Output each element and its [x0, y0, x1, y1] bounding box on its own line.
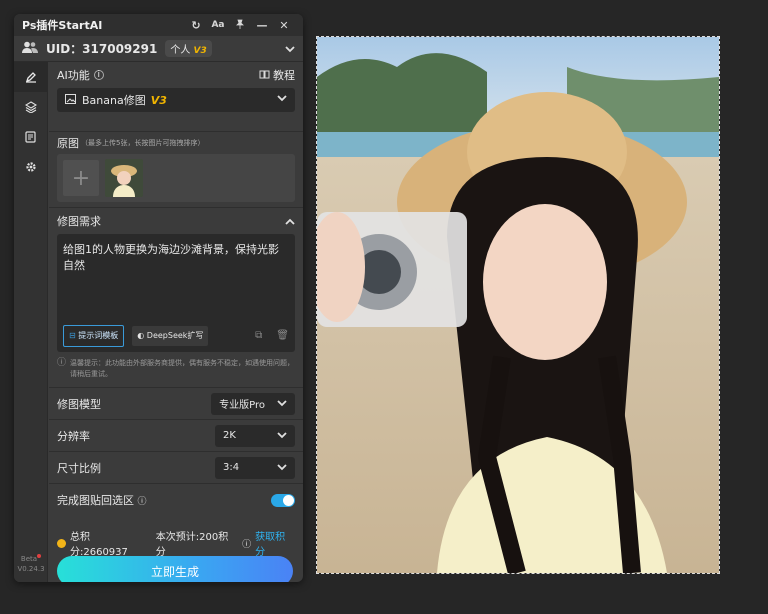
source-hint: （最多上传5张，长按图片可拖拽排序） [81, 139, 205, 147]
book-icon [259, 69, 270, 82]
generate-button[interactable]: 立即生成 [57, 556, 293, 582]
total-points: 总积分:2660937 [69, 532, 128, 558]
save-prompt-icon[interactable]: ⧉ [255, 328, 262, 344]
trash-icon[interactable]: 🗑 [276, 328, 289, 344]
textarea-toolbar: ⊟ 提示词模板 ◐ DeepSeek扩写 ⧉ 🗑 [63, 325, 289, 347]
deepseek-button-label: DeepSeek扩写 [146, 331, 204, 340]
plan-label: 个人 [170, 45, 191, 56]
points-bar: 总积分:2660937 本次预计:200积分 ⓘ 获取积分 [49, 528, 303, 558]
plugin-panel: Ps插件StartAI ↻ Aa — ✕ UID：317009291 个人 V3 [14, 14, 303, 582]
update-dot [37, 554, 42, 558]
resolution-value: 2K [223, 430, 236, 441]
tutorial-link[interactable]: 教程 [259, 67, 295, 83]
app-title: Ps插件StartAI [22, 19, 103, 32]
ai-model-value: Banana修图 [82, 94, 146, 107]
source-thumbnail[interactable] [105, 159, 143, 197]
info-icon[interactable]: i [93, 70, 104, 80]
plan-badge: 个人 V3 [165, 40, 212, 57]
chevron-down-icon[interactable] [285, 42, 295, 56]
side-rail: Beta V0.24.3 [14, 62, 48, 582]
request-textarea[interactable]: 给图1的人物更换为海边沙滩背景，保持光影自然 ⊟ 提示词模板 ◐ DeepSee… [57, 234, 295, 352]
template-icon: ⊟ [69, 331, 76, 340]
request-label: 修图需求 [57, 215, 101, 228]
model-option-row: 修图模型 专业版Pro [49, 388, 303, 420]
model-option-select[interactable]: 专业版Pro [211, 392, 295, 415]
paste-back-label: 完成图贴回选区 [57, 494, 134, 507]
chevron-down-icon [277, 400, 287, 407]
ratio-value: 3:4 [223, 462, 240, 473]
estimated-points: 本次预计:200积分 [155, 532, 229, 558]
source-image-box: + [57, 154, 295, 202]
title-bar: Ps插件StartAI ↻ Aa — ✕ [14, 14, 303, 36]
gear-icon[interactable] [14, 152, 47, 182]
notice-text: 温馨提示：此功能由外部服务商提供，偶有服务不稳定，如遇使用问题，请稍后重试。 [70, 359, 295, 378]
plan-version: V3 [193, 46, 207, 56]
info-icon[interactable]: ⓘ [242, 537, 251, 550]
source-label: 原图 [57, 137, 79, 150]
info-icon[interactable]: ⓘ [138, 497, 147, 507]
deepseek-icon: ◐ [137, 331, 145, 340]
canvas-image [316, 36, 720, 574]
ai-model-select[interactable]: Banana修图 V3 [57, 88, 295, 112]
ratio-select[interactable]: 3:4 [215, 456, 295, 479]
ai-feature-label: AI功能 [57, 69, 90, 82]
add-image-button[interactable]: + [63, 160, 99, 196]
paste-back-row: 完成图贴回选区 ⓘ [49, 484, 303, 516]
font-size-icon[interactable]: Aa [207, 20, 229, 30]
chevron-up-icon[interactable] [285, 215, 295, 228]
paste-back-toggle[interactable] [271, 493, 295, 507]
toggle-knob [283, 494, 294, 506]
coin-icon [57, 538, 66, 548]
info-circle-icon: ⓘ [57, 358, 67, 368]
chevron-down-icon [277, 464, 287, 471]
tutorial-label: 教程 [273, 69, 295, 82]
main-content: AI功能 i 教程 Banana修图 V3 原图 （最多上传5张，长按图片可拖拽… [49, 62, 303, 582]
refresh-icon[interactable]: ↻ [185, 19, 207, 32]
resolution-row: 分辨率 2K [49, 420, 303, 452]
resolution-select[interactable]: 2K [215, 424, 295, 447]
layers-icon[interactable] [14, 92, 47, 122]
paste-back-label-wrap: 完成图贴回选区 ⓘ [57, 492, 271, 508]
ratio-row: 尺寸比例 3:4 [49, 452, 303, 484]
model-option-value: 专业版Pro [219, 400, 265, 411]
user-uid: UID：317009291 [46, 42, 158, 56]
get-points-link[interactable]: 获取积分 [255, 528, 295, 558]
user-bar[interactable]: UID：317009291 个人 V3 [14, 36, 303, 62]
close-icon[interactable]: ✕ [273, 19, 295, 32]
notice: ⓘ 温馨提示：此功能由外部服务商提供，偶有服务不稳定，如遇使用问题，请稍后重试。 [49, 352, 303, 380]
resolution-label: 分辨率 [57, 429, 90, 443]
ai-model-version: V3 [150, 93, 167, 107]
version-info: Beta V0.24.3 [14, 554, 48, 574]
image-icon [65, 93, 76, 107]
beta-label: Beta [20, 555, 38, 563]
request-text: 给图1的人物更换为海边沙滩背景，保持光影自然 [63, 243, 279, 272]
minimize-icon[interactable]: — [251, 19, 273, 32]
users-icon [22, 41, 40, 56]
edit-icon[interactable] [14, 62, 47, 92]
document-icon[interactable] [14, 122, 47, 152]
version-number: V0.24.3 [17, 565, 45, 573]
model-option-label: 修图模型 [57, 397, 101, 411]
template-button-label: 提示词模板 [78, 331, 119, 340]
ratio-label: 尺寸比例 [57, 461, 101, 475]
deepseek-button[interactable]: ◐ DeepSeek扩写 [132, 326, 209, 346]
template-button[interactable]: ⊟ 提示词模板 [63, 325, 125, 347]
chevron-down-icon [277, 95, 287, 105]
pin-icon[interactable] [229, 19, 251, 32]
beach-photo [317, 37, 719, 573]
chevron-down-icon [277, 432, 287, 439]
